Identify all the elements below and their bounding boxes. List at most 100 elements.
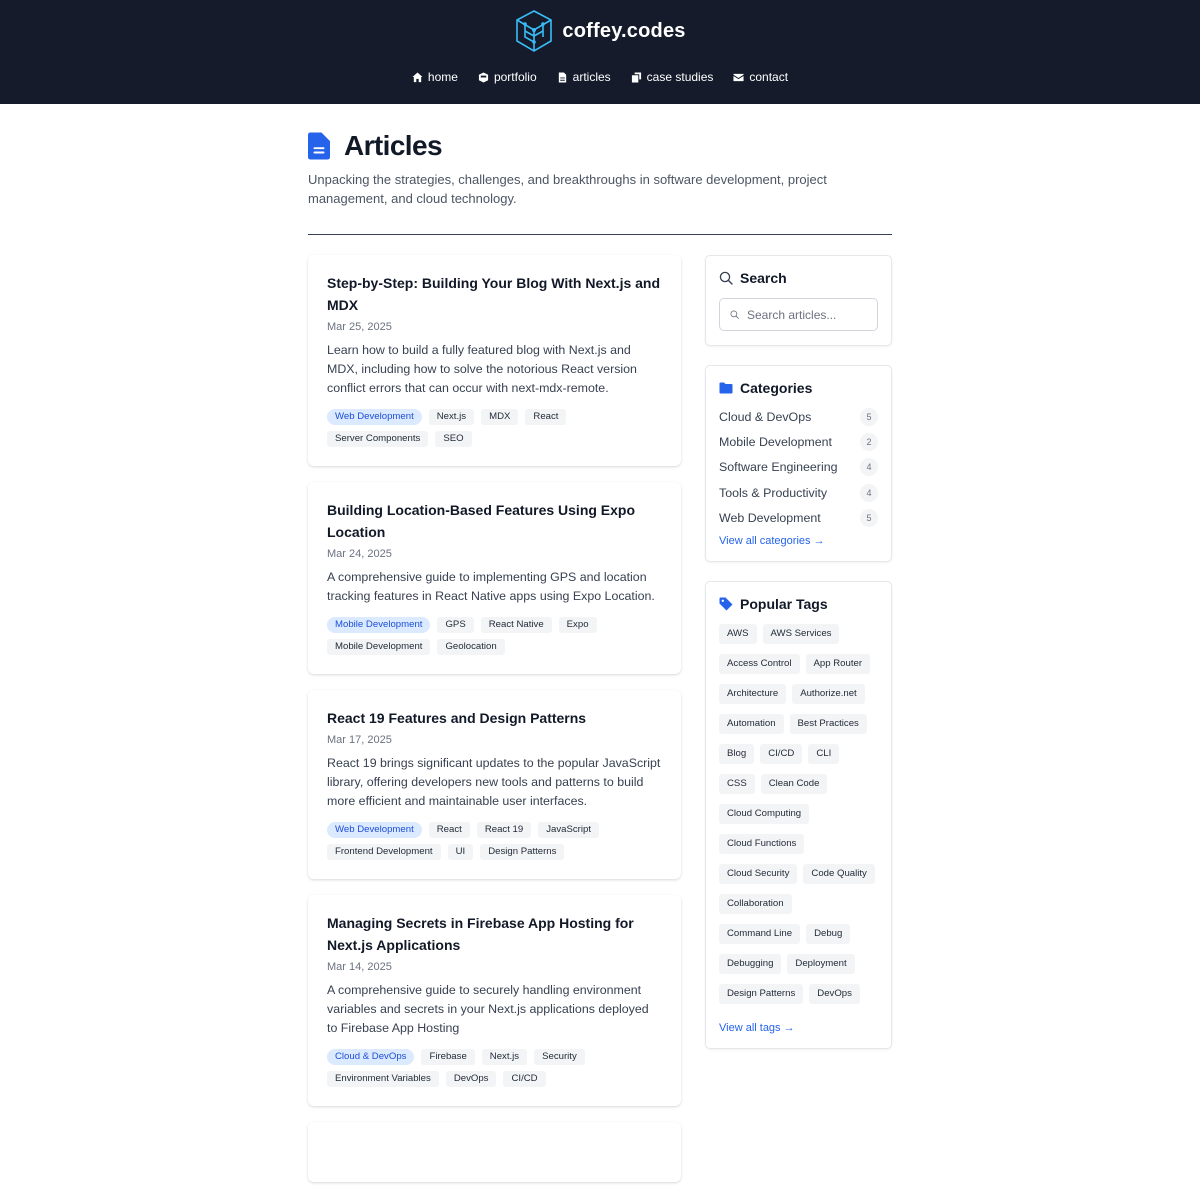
tag[interactable]: Design Patterns (480, 844, 565, 860)
article-list: Step-by-Step: Building Your Blog With Ne… (308, 255, 681, 1198)
tag[interactable]: Security (534, 1049, 585, 1065)
tag[interactable]: Expo (558, 617, 597, 633)
tag[interactable]: Deployment (787, 953, 855, 974)
tag[interactable]: Code Quality (803, 863, 875, 884)
tag[interactable]: Cloud Functions (719, 833, 805, 854)
tag[interactable]: Frontend Development (327, 844, 441, 860)
nav-contact[interactable]: contact (733, 70, 788, 84)
article-date: Mar 14, 2025 (327, 961, 392, 973)
article-card[interactable]: React 19 Features and Design Patterns Ma… (308, 690, 681, 879)
home-icon (412, 71, 423, 82)
brand[interactable]: coffey.codes (0, 9, 1200, 53)
article-card[interactable] (308, 1122, 681, 1182)
article-title[interactable]: React 19 Features and Design Patterns (327, 707, 662, 729)
category-tag[interactable]: Cloud & DevOps (327, 1049, 415, 1065)
tag[interactable]: React 19 (476, 822, 532, 838)
category-name: Cloud & DevOps (719, 409, 812, 424)
search-input[interactable] (747, 307, 877, 322)
search-box[interactable] (719, 298, 878, 331)
nav-home-label: home (427, 70, 458, 84)
tag[interactable]: Next.js (481, 1049, 528, 1065)
article-title[interactable]: Managing Secrets in Firebase App Hosting… (327, 912, 662, 956)
category-tag[interactable]: Web Development (327, 409, 422, 425)
article-title[interactable]: Building Location-Based Features Using E… (327, 499, 662, 543)
title-row: Articles (308, 130, 892, 162)
tag[interactable]: AWS (719, 623, 757, 644)
article-title[interactable]: Step-by-Step: Building Your Blog With Ne… (327, 272, 662, 316)
tag[interactable]: Debugging (719, 953, 782, 974)
tag[interactable]: React (525, 409, 567, 425)
tag[interactable]: Collaboration (719, 893, 792, 914)
nav-portfolio[interactable]: portfolio (478, 70, 537, 84)
tag[interactable]: Command Line (719, 923, 801, 944)
tag[interactable]: Server Components (327, 431, 429, 447)
tag[interactable]: SEO (435, 431, 472, 447)
tag[interactable]: Cloud Computing (719, 803, 810, 824)
category-item[interactable]: Software Engineering 4 (719, 455, 878, 480)
tag[interactable]: Automation (719, 713, 784, 734)
category-item[interactable]: Cloud & DevOps 5 (719, 404, 878, 429)
site-header: coffey.codes home portfolio articles cas… (0, 0, 1200, 104)
tag[interactable]: CI/CD (503, 1071, 546, 1087)
tag[interactable]: DevOps (809, 983, 860, 1004)
tag[interactable]: UI (447, 844, 474, 860)
view-all-categories-link[interactable]: View all categories → (719, 535, 825, 547)
tag[interactable]: Best Practices (789, 713, 867, 734)
document-icon (558, 71, 566, 83)
tag[interactable]: Next.js (428, 409, 475, 425)
category-item[interactable]: Web Development 5 (719, 506, 878, 531)
tag[interactable]: Environment Variables (327, 1071, 439, 1087)
tags-widget-title: Popular Tags (740, 595, 828, 612)
categories-widget: Categories Cloud & DevOps 5 Mobile Devel… (705, 365, 892, 562)
tag[interactable]: Clean Code (760, 773, 828, 794)
view-all-tags-link[interactable]: View all tags → (719, 1022, 795, 1034)
tag[interactable]: GPS (437, 617, 474, 633)
header-divider (308, 234, 892, 235)
tag[interactable]: Firebase (421, 1049, 475, 1065)
tag[interactable]: DevOps (445, 1071, 497, 1087)
article-card[interactable]: Step-by-Step: Building Your Blog With Ne… (308, 255, 681, 466)
tag[interactable]: CLI (808, 743, 840, 764)
nav-home[interactable]: home (412, 70, 458, 84)
article-excerpt: A comprehensive guide to securely handli… (327, 983, 649, 1035)
article-tags: Web Development Next.js MDX React Server… (327, 409, 662, 447)
tag[interactable]: Access Control (719, 653, 800, 674)
category-name: Web Development (719, 511, 821, 526)
article-date: Mar 17, 2025 (327, 734, 392, 746)
article-excerpt: Learn how to build a fully featured blog… (327, 343, 637, 395)
article-card[interactable]: Managing Secrets in Firebase App Hosting… (308, 895, 681, 1106)
page-title: Articles (344, 130, 443, 161)
category-tag[interactable]: Web Development (327, 822, 422, 838)
category-count: 5 (860, 509, 878, 528)
article-card[interactable]: Building Location-Based Features Using E… (308, 482, 681, 674)
search-widget: Search (705, 255, 892, 346)
tag[interactable]: Cloud Security (719, 863, 798, 884)
category-item[interactable]: Tools & Productivity 4 (719, 480, 878, 505)
tag[interactable]: Debug (806, 923, 851, 944)
tag[interactable]: Design Patterns (719, 983, 804, 1004)
tag[interactable]: Architecture (719, 683, 787, 704)
nav-case-studies-label: case studies (646, 70, 714, 84)
tag[interactable]: Geolocation (437, 639, 505, 655)
content-layout: Step-by-Step: Building Your Blog With Ne… (308, 255, 892, 1198)
tag[interactable]: Blog (719, 743, 755, 764)
tag[interactable]: MDX (481, 409, 519, 425)
page-header: Articles Unpacking the strategies, chall… (308, 104, 892, 235)
tag[interactable]: Mobile Development (327, 639, 431, 655)
tag[interactable]: CI/CD (760, 743, 803, 764)
tag[interactable]: React Native (480, 617, 552, 633)
tag[interactable]: AWS Services (762, 623, 840, 644)
category-tag[interactable]: Mobile Development (327, 617, 431, 633)
tags-widget: Popular Tags AWS AWS Services Access Con… (705, 580, 892, 1049)
category-item[interactable]: Mobile Development 2 (719, 429, 878, 454)
search-icon (719, 271, 733, 285)
nav-case-studies[interactable]: case studies (631, 70, 714, 84)
tag[interactable]: CSS (719, 773, 755, 794)
nav-articles[interactable]: articles (557, 70, 611, 84)
tag[interactable]: App Router (805, 653, 871, 674)
tag[interactable]: JavaScript (538, 822, 600, 838)
tag[interactable]: React (428, 822, 470, 838)
portfolio-icon (478, 71, 489, 83)
tag[interactable]: Authorize.net (792, 683, 865, 704)
category-name: Tools & Productivity (719, 485, 828, 500)
